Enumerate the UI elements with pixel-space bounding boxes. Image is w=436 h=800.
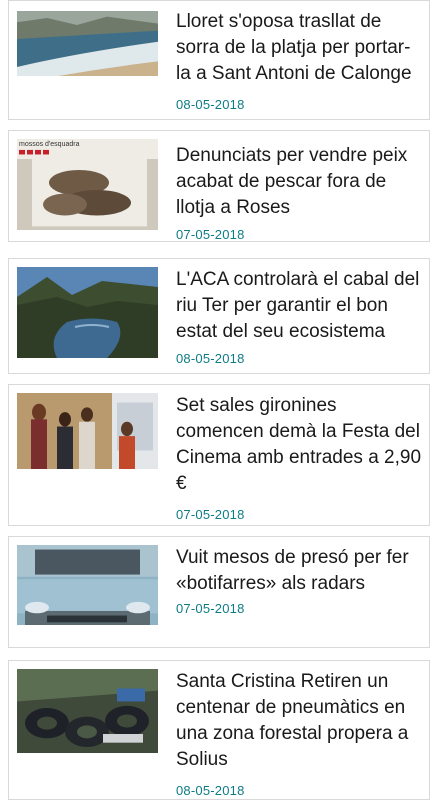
image-caption: mossos d'esquadra xyxy=(19,141,80,148)
article-title[interactable]: Santa Cristina Retiren un centenar de pn… xyxy=(176,669,422,773)
article-date: 07-05-2018 xyxy=(176,601,245,616)
article-thumbnail[interactable] xyxy=(17,669,158,753)
article-title[interactable]: L'ACA controlarà el cabal del riu Ter pe… xyxy=(176,267,422,345)
news-feed: Lloret s'oposa trasllat de sorra de la p… xyxy=(0,0,436,800)
article-title[interactable]: Set sales gironines comencen demà la Fes… xyxy=(176,393,422,497)
beach-photo xyxy=(17,11,158,76)
article-title[interactable]: Lloret s'oposa trasllat de sorra de la p… xyxy=(176,9,422,87)
article-date: 08-05-2018 xyxy=(176,351,245,366)
article-title[interactable]: Vuit mesos de presó per fer «botifarres»… xyxy=(176,545,422,597)
article-thumbnail[interactable] xyxy=(17,139,158,239)
news-card[interactable]: Vuit mesos de presó per fer «botifarres»… xyxy=(8,536,430,648)
article-thumbnail[interactable] xyxy=(17,393,158,469)
news-card[interactable]: Lloret s'oposa trasllat de sorra de la p… xyxy=(8,0,430,120)
car-photo xyxy=(17,545,158,625)
cinema-people-photo xyxy=(17,393,158,469)
news-card[interactable]: Set sales gironines comencen demà la Fes… xyxy=(8,384,430,526)
news-card[interactable]: Santa Cristina Retiren un centenar de pn… xyxy=(8,660,430,800)
tires-in-forest-photo xyxy=(17,669,158,753)
news-card[interactable]: mossos d'esquadra Denunciats per vendre … xyxy=(8,130,430,242)
article-thumbnail[interactable] xyxy=(17,545,158,625)
article-date: 07-05-2018 xyxy=(176,227,245,242)
article-thumbnail[interactable] xyxy=(17,267,158,358)
article-thumbnail[interactable] xyxy=(17,11,158,76)
article-date: 08-05-2018 xyxy=(176,97,245,112)
fish-in-box-photo xyxy=(17,139,158,230)
news-card[interactable]: L'ACA controlarà el cabal del riu Ter pe… xyxy=(8,258,430,374)
river-photo xyxy=(17,267,158,358)
article-date: 07-05-2018 xyxy=(176,507,245,522)
article-date: 08-05-2018 xyxy=(176,783,245,798)
article-title[interactable]: Denunciats per vendre peix acabat de pes… xyxy=(176,143,422,221)
